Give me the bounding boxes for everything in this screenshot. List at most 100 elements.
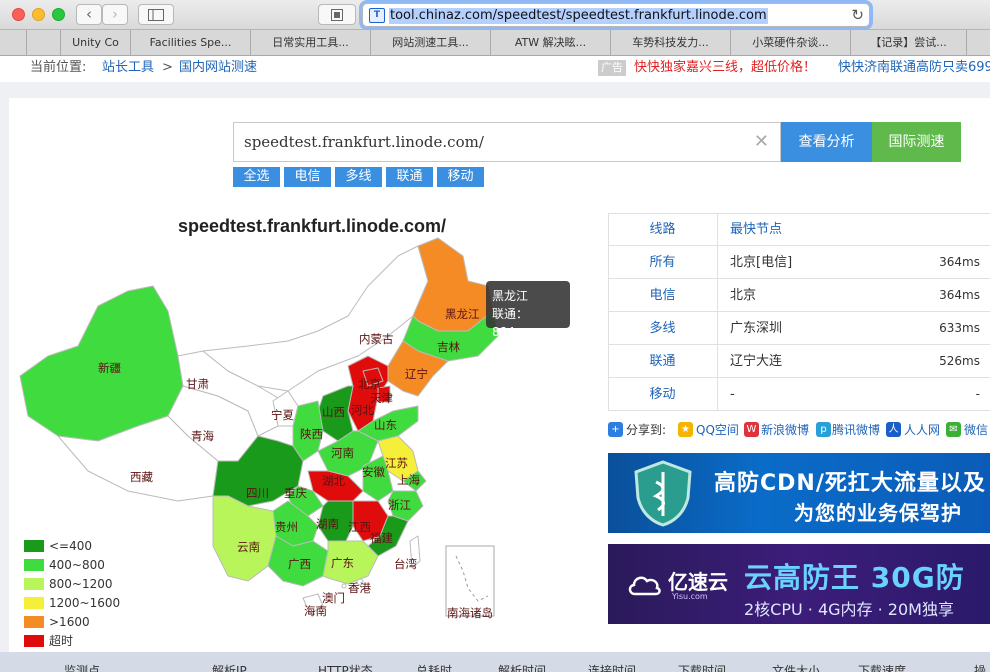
col-download[interactable]: 下载时间 <box>678 662 726 672</box>
ad-link-red[interactable]: 快快独家嘉兴三线，超低价格！ <box>634 56 816 80</box>
bookmark-item[interactable]: 小菜硬件杂谈... <box>730 30 850 56</box>
breadcrumb-link-speedtest[interactable]: 国内网站测速 <box>179 56 257 80</box>
region-macau[interactable] <box>341 583 347 589</box>
label-zhejiang: 浙江 <box>388 498 411 512</box>
left-gutter <box>0 98 9 658</box>
wechat-icon: ✉ <box>946 422 961 437</box>
filter-telecom[interactable]: 电信 <box>284 167 331 187</box>
label-sichuan: 四川 <box>246 486 269 500</box>
share-wechat[interactable]: 微信 <box>964 421 988 439</box>
province-yunnan[interactable] <box>212 495 277 582</box>
table-row: 电信 北京 364ms <box>608 279 990 312</box>
filter-multiline[interactable]: 多线 <box>335 167 382 187</box>
bookmark-item[interactable]: 日常实用工具... <box>250 30 370 56</box>
ad-banner-cdn[interactable]: 高防CDN/死扛大流量以及 为您的业务保驾护 <box>608 453 990 533</box>
breadcrumb-link-tools[interactable]: 站长工具 <box>102 56 154 80</box>
results-header-row: 线路 最快节点 <box>608 213 990 246</box>
label-hainan: 海南 <box>304 604 327 618</box>
bookmark-item[interactable]: Facilities Spe... <box>130 30 250 56</box>
legend-item[interactable]: 超时 <box>24 632 124 651</box>
analyze-button[interactable]: 查看分析 <box>781 122 872 162</box>
share-weibo[interactable]: 新浪微博 <box>761 421 809 439</box>
bookmark-item[interactable]: 车势科技发力... <box>610 30 730 56</box>
legend-swatch <box>24 597 44 609</box>
reader-mode-button[interactable] <box>318 4 356 25</box>
reload-icon[interactable]: ↻ <box>851 6 864 24</box>
label-heilongjiang: 黑龙江 <box>445 307 480 321</box>
row-time: 633ms <box>939 321 980 335</box>
bookmark-more[interactable] <box>966 30 990 56</box>
banner2-brand: 亿速云 <box>668 570 728 594</box>
ad-link-blue[interactable]: 快快济南联通高防只卖699元 <box>838 56 990 80</box>
sidebar-toggle-button[interactable] <box>138 4 174 25</box>
col-connect[interactable]: 连接时间 <box>588 662 636 672</box>
row-node: 广东深圳 <box>730 321 783 336</box>
table-row: 所有 北京[电信] 364ms <box>608 246 990 279</box>
ad-banner-yisu[interactable]: 亿速云 Yisu.com 云高防王 30G防 2核CPU · 4G内存 · 20… <box>608 544 990 624</box>
bookmark-item[interactable]: 【记录】尝试... <box>850 30 966 56</box>
table-row: 多线 广东深圳 633ms <box>608 312 990 345</box>
label-guizhou: 贵州 <box>275 520 298 534</box>
label-ningxia: 宁夏 <box>271 408 294 422</box>
label-hebei: 河北 <box>351 403 374 417</box>
forward-button[interactable]: › <box>102 4 128 25</box>
back-button[interactable]: ‹ <box>76 4 102 25</box>
row-node: - <box>730 387 735 402</box>
address-url[interactable]: tool.chinaz.com/speedtest/speedtest.fran… <box>389 8 768 24</box>
chevron-right-icon: › <box>112 5 118 23</box>
bookmark-item[interactable]: Unity Co <box>60 30 130 56</box>
shield-icon <box>634 460 692 527</box>
section-gap <box>0 82 990 98</box>
legend-swatch <box>24 616 44 628</box>
label-shanghai: 上海 <box>397 473 420 487</box>
col-monitor[interactable]: 监测点 <box>64 662 100 672</box>
bookmark-blank[interactable] <box>26 30 60 56</box>
label-shaanxi: 陕西 <box>300 427 323 441</box>
legend-item[interactable]: <=400 <box>24 537 124 556</box>
label-liaoning: 辽宁 <box>405 367 428 381</box>
maximize-window-button[interactable] <box>52 8 65 21</box>
label-beijing: 北京 <box>358 377 381 391</box>
filter-all[interactable]: 全选 <box>233 167 280 187</box>
qzone-icon: ★ <box>678 422 693 437</box>
col-total[interactable]: 总耗时 <box>416 662 452 672</box>
international-test-button[interactable]: 国际测速 <box>872 122 961 162</box>
col-ip[interactable]: 解析IP <box>212 662 247 672</box>
col-size[interactable]: 文件大小 <box>772 662 820 672</box>
url-input[interactable] <box>234 123 754 161</box>
map-title: speedtest.frankfurt.linode.com/ <box>178 216 447 236</box>
col-speed[interactable]: 下载速度 <box>858 662 906 672</box>
label-fujian: 福建 <box>370 531 393 545</box>
label-henan: 河南 <box>331 446 354 460</box>
share-qzone[interactable]: QQ空间 <box>696 421 739 439</box>
browser-toolbar: ‹ › T tool.chinaz.com/speedtest/speedtes… <box>0 0 990 30</box>
banner1-line1: 高防CDN/死扛大流量以及 <box>714 471 986 496</box>
address-bar[interactable]: T tool.chinaz.com/speedtest/speedtest.fr… <box>362 3 870 27</box>
legend-item[interactable]: >1600 <box>24 613 124 632</box>
row-time: 526ms <box>939 354 980 368</box>
clear-icon[interactable]: ✕ <box>754 131 769 152</box>
legend-item[interactable]: 800~1200 <box>24 575 124 594</box>
bookmark-item[interactable]: ATW 解决眩... <box>490 30 610 56</box>
label-gansu: 甘肃 <box>186 377 209 391</box>
close-window-button[interactable] <box>12 8 25 21</box>
col-action[interactable]: 操 <box>974 662 986 672</box>
filter-mobile[interactable]: 移动 <box>437 167 484 187</box>
legend-item[interactable]: 1200~1600 <box>24 594 124 613</box>
reader-icon <box>331 9 343 21</box>
filter-unicom[interactable]: 联通 <box>386 167 433 187</box>
label-xinjiang: 新疆 <box>98 361 121 375</box>
label-jiangxi: 江西 <box>348 520 371 534</box>
col-resolve[interactable]: 解析时间 <box>498 662 546 672</box>
legend-swatch <box>24 635 44 647</box>
map-tooltip: 黑龙江 联通：884ms <box>486 281 570 339</box>
share-label: 分享到: <box>626 423 667 437</box>
row-time: 364ms <box>939 288 980 302</box>
share-renren[interactable]: 人人网 <box>904 421 940 439</box>
share-tencent-weibo[interactable]: 腾讯微博 <box>832 421 880 439</box>
col-http[interactable]: HTTP状态 <box>318 662 373 672</box>
minimize-window-button[interactable] <box>32 8 45 21</box>
legend-item[interactable]: 400~800 <box>24 556 124 575</box>
label-xizang: 西藏 <box>130 470 153 484</box>
bookmark-item[interactable]: 网站测速工具... <box>370 30 490 56</box>
